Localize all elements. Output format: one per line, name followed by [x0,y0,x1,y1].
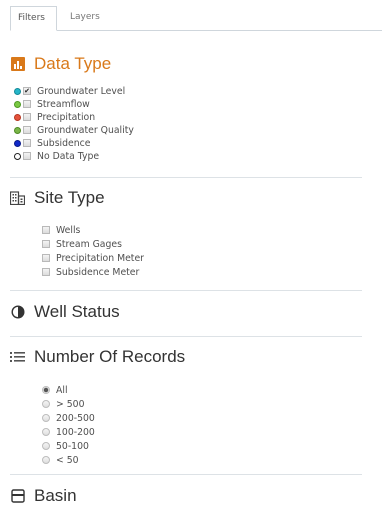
precipitation-meter-checkbox[interactable] [42,254,50,262]
groundwater-quality-dot [14,126,21,134]
tab-filters[interactable]: Filters [10,6,57,31]
site-type-title: Site Type [34,188,105,207]
building-icon [10,191,25,206]
groundwater-quality-checkbox[interactable] [23,126,31,134]
subsidence-meter-checkbox[interactable] [42,268,50,276]
tab-layers[interactable]: Layers [63,6,111,29]
records-all-radio[interactable] [42,386,50,394]
well-status-header[interactable]: Well Status [10,302,120,322]
list-icon [10,350,25,365]
data-type-groundwater-level[interactable]: ✔ Groundwater Level [14,85,125,97]
streamflow-label: Streamflow [37,98,90,110]
divider [10,290,362,291]
data-type-groundwater-quality[interactable]: Groundwater Quality [14,124,134,136]
no-data-type-checkbox[interactable] [23,152,31,160]
well-status-title: Well Status [34,302,120,321]
wells-checkbox[interactable] [42,226,50,234]
records-under-50[interactable]: < 50 [42,454,79,466]
records-100-200-radio[interactable] [42,428,50,436]
records-50-100[interactable]: 50-100 [42,440,89,452]
data-type-subsidence[interactable]: Subsidence [14,137,90,149]
precipitation-label: Precipitation [37,111,96,123]
site-type-precipitation-meter[interactable]: Precipitation Meter [42,252,144,264]
records-over-500-radio[interactable] [42,400,50,408]
data-type-streamflow[interactable]: Streamflow [14,98,90,110]
site-type-wells[interactable]: Wells [42,224,80,236]
records-under-50-label: < 50 [56,454,79,466]
number-of-records-title: Number Of Records [34,347,186,366]
records-over-500-label: > 500 [56,398,85,410]
groundwater-quality-label: Groundwater Quality [37,124,134,136]
records-over-500[interactable]: > 500 [42,398,85,410]
records-200-500-label: 200-500 [56,412,95,424]
no-data-type-label: No Data Type [37,150,100,162]
subsidence-checkbox[interactable] [23,139,31,147]
subsidence-label: Subsidence [37,137,91,149]
data-type-header[interactable]: Data Type [10,54,111,74]
groundwater-level-checkbox[interactable]: ✔ [23,87,31,95]
streamflow-dot [14,100,21,108]
site-type-header[interactable]: Site Type [10,188,105,208]
divider [10,177,362,178]
groundwater-level-dot [14,87,21,95]
records-all[interactable]: All [42,384,68,396]
basin-title: Basin [34,486,77,505]
subsidence-meter-label: Subsidence Meter [56,266,140,278]
stream-gages-checkbox[interactable] [42,240,50,248]
wells-label: Wells [56,224,81,236]
divider [10,336,362,337]
filter-panel: Filters Layers Data Type ✔ Groundwater L… [0,0,382,516]
records-100-200[interactable]: 100-200 [42,426,95,438]
tab-bar: Filters Layers [10,6,382,31]
basin-header[interactable]: Basin [10,486,77,506]
records-100-200-label: 100-200 [56,426,95,438]
data-type-no-data-type[interactable]: No Data Type [14,150,99,162]
site-type-subsidence-meter[interactable]: Subsidence Meter [42,266,139,278]
box-icon [10,489,25,504]
data-type-title: Data Type [34,54,112,73]
precipitation-meter-label: Precipitation Meter [56,252,144,264]
precipitation-dot [14,113,21,121]
divider [10,474,362,475]
no-data-type-dot [14,152,21,160]
precipitation-checkbox[interactable] [23,113,31,121]
records-50-100-label: 50-100 [56,440,89,452]
half-circle-icon [10,305,25,320]
bar-chart-icon [10,57,25,72]
records-50-100-radio[interactable] [42,442,50,450]
number-of-records-header[interactable]: Number Of Records [10,347,185,367]
records-200-500[interactable]: 200-500 [42,412,95,424]
stream-gages-label: Stream Gages [56,238,122,250]
site-type-stream-gages[interactable]: Stream Gages [42,238,122,250]
records-all-label: All [56,384,68,396]
streamflow-checkbox[interactable] [23,100,31,108]
groundwater-level-label: Groundwater Level [37,85,126,97]
records-under-50-radio[interactable] [42,456,50,464]
data-type-precipitation[interactable]: Precipitation [14,111,95,123]
subsidence-dot [14,139,21,147]
records-200-500-radio[interactable] [42,414,50,422]
